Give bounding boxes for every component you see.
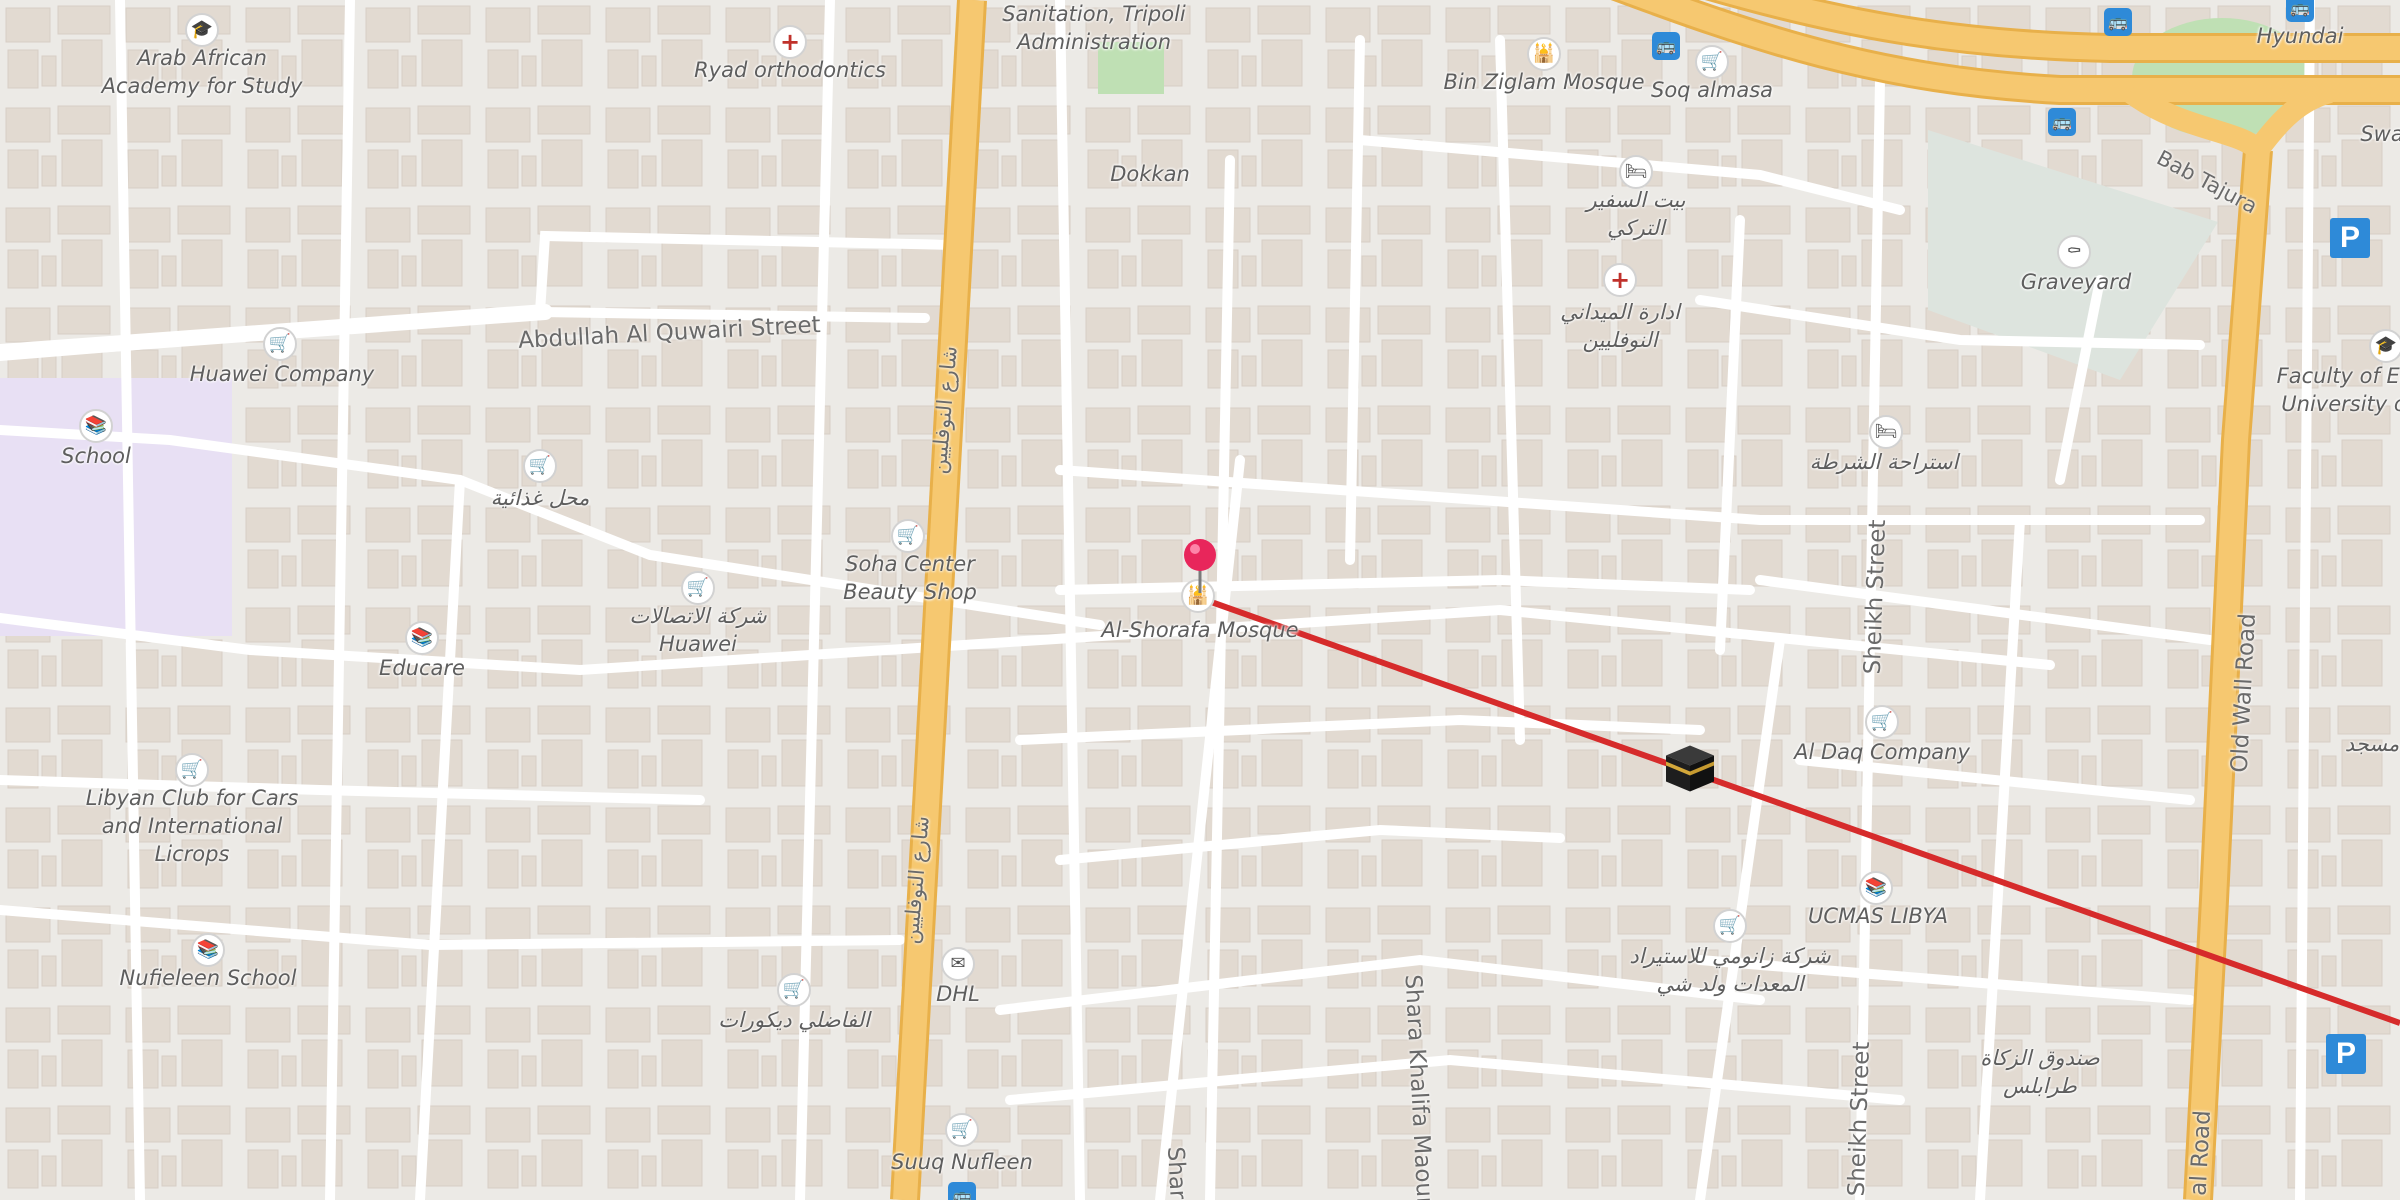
label-suuq-nufleen[interactable]: Suuq Nufleen <box>891 1148 1033 1176</box>
street-label-sheikh-street-upper: Sheikh Street <box>1859 519 1892 675</box>
school-icon[interactable]: 📚 <box>191 933 225 967</box>
label-soq-almasa[interactable]: Soq almasa <box>1651 76 1773 104</box>
shopping-cart-icon[interactable]: 🛒 <box>777 973 811 1007</box>
street-label-old-wall-road-lower: al Road <box>2185 1109 2216 1197</box>
bus-stop-icon[interactable]: 🚌 <box>2048 108 2076 136</box>
label-zanoumi-company[interactable]: شركة زانومي للاستيراد المعدات ولد شي <box>1629 942 1830 998</box>
medical-cross-icon[interactable]: + <box>773 25 807 59</box>
parking-icon[interactable]: P <box>2326 1034 2366 1074</box>
street-label-sheikh-street-lower: Sheikh Street <box>1843 1041 1876 1197</box>
school-icon[interactable]: 📚 <box>405 621 439 655</box>
shopping-cart-icon[interactable]: 🛒 <box>523 449 557 483</box>
label-bin-ziglam-mosque[interactable]: Bin Ziglam Mosque <box>1443 68 1644 96</box>
map-canvas[interactable]: Abdullah Al Quwairi Street شارع النوفليي… <box>0 0 2400 1200</box>
label-ryad-orthodontics[interactable]: Ryad orthodontics <box>694 56 886 84</box>
label-huawei-telecom[interactable]: شركة الاتصالات Huawei <box>629 602 766 658</box>
label-dokkan[interactable]: Dokkan <box>1110 160 1190 188</box>
grave-icon[interactable]: ⚰ <box>2057 235 2091 269</box>
school-icon[interactable]: 📚 <box>79 409 113 443</box>
parking-icon[interactable]: P <box>2330 218 2370 258</box>
label-alfadhli-decor[interactable]: الفاضلي ديكورات <box>718 1006 870 1034</box>
shopping-cart-icon[interactable]: 🛒 <box>681 571 715 605</box>
label-groceries[interactable]: محل غذائية <box>491 484 590 512</box>
label-huawei-company[interactable]: Huawei Company <box>190 360 374 388</box>
label-school[interactable]: School <box>61 442 131 470</box>
graduation-cap-icon[interactable]: 🎓 <box>2369 329 2400 363</box>
label-police-rest[interactable]: استراحة الشرطة <box>1810 448 1959 476</box>
label-al-shorafa-mosque[interactable]: Al-Shorafa Mosque <box>1101 616 1298 644</box>
label-soha-center[interactable]: Soha Center Beauty Shop <box>843 550 977 606</box>
medical-cross-icon[interactable]: + <box>1603 263 1637 297</box>
school-area <box>0 378 232 636</box>
shopping-cart-icon[interactable]: 🛒 <box>263 327 297 361</box>
bed-icon[interactable]: 🛏 <box>1619 155 1653 189</box>
label-faculty[interactable]: Faculty of Ec University o <box>2277 362 2400 418</box>
label-zakat-fund[interactable]: صندوق الزكاة طرابلس <box>1980 1044 2100 1100</box>
label-turkish-ambassador[interactable]: بيت السفير التركي <box>1587 186 1686 242</box>
street-label-shara-partial: Shar <box>1162 1145 1191 1200</box>
label-ucmas-libya[interactable]: UCMAS LIBYA <box>1808 902 1948 930</box>
shopping-cart-icon[interactable]: 🛒 <box>1695 45 1729 79</box>
label-sanitation[interactable]: Sanitation, Tripoli Administration <box>1002 0 1186 56</box>
label-hyundai[interactable]: Hyundai <box>2257 22 2344 50</box>
shopping-cart-icon[interactable]: 🛒 <box>945 1113 979 1147</box>
label-nofliyin-field[interactable]: ادارة الميداني النوفليين <box>1560 298 1680 354</box>
bus-stop-icon[interactable]: 🚌 <box>1652 32 1680 60</box>
graduation-cap-icon[interactable]: 🎓 <box>185 13 219 47</box>
shopping-cart-icon[interactable]: 🛒 <box>1865 705 1899 739</box>
bus-stop-icon[interactable]: 🚌 <box>948 1182 976 1200</box>
bed-icon[interactable]: 🛏 <box>1869 415 1903 449</box>
bus-stop-icon[interactable]: 🚌 <box>2104 8 2132 36</box>
envelope-icon[interactable]: ✉ <box>941 947 975 981</box>
label-dhl[interactable]: DHL <box>936 980 980 1008</box>
mosque-icon[interactable]: 🕌 <box>1527 37 1561 71</box>
kaaba-icon <box>1662 742 1718 799</box>
label-swa: Swa <box>2360 122 2400 146</box>
label-al-daq-company[interactable]: Al Daq Company <box>1794 738 1970 766</box>
school-icon[interactable]: 📚 <box>1859 871 1893 905</box>
label-nufieleen-school[interactable]: Nufieleen School <box>120 964 297 992</box>
label-masjid-partial[interactable]: مسجد <box>2345 730 2400 758</box>
label-arab-african-academy[interactable]: Arab African Academy for Study <box>102 44 303 100</box>
bus-stop-icon[interactable]: 🚌 <box>2286 0 2314 22</box>
shopping-cart-icon[interactable]: 🛒 <box>175 753 209 787</box>
shopping-cart-icon[interactable]: 🛒 <box>891 519 925 553</box>
label-libyan-club[interactable]: Libyan Club for Cars and International Lic… <box>86 784 299 868</box>
shopping-cart-icon[interactable]: 🛒 <box>1713 909 1747 943</box>
location-pin-icon[interactable] <box>1180 537 1220 600</box>
label-graveyard[interactable]: Graveyard <box>2021 268 2131 296</box>
label-educare[interactable]: Educare <box>379 654 465 682</box>
